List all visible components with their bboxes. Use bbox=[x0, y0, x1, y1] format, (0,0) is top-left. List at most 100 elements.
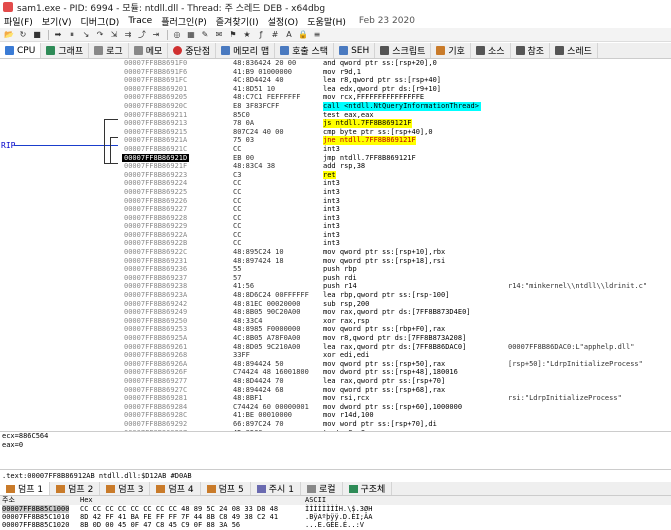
tab-threads[interactable]: 스레드 bbox=[550, 43, 598, 58]
instruction-row[interactable]: 00007FF8B86921A 75 03 jne ntdll.7FF8B86912… bbox=[118, 136, 671, 145]
instruction-row[interactable]: 00007FF8B86927C 48:894424 68 mov qword ptr… bbox=[118, 386, 671, 395]
font-icon[interactable]: A bbox=[283, 29, 295, 40]
memory-icon[interactable]: ▦ bbox=[185, 29, 197, 40]
run-to-user-code-icon[interactable]: ⇥ bbox=[150, 29, 162, 40]
disassembly-view[interactable]: RIP 00007FF8B8691F0 48:836424 20 00 and qw… bbox=[0, 59, 671, 431]
instruction-row[interactable]: 00007FF8B86926F C74424 48 16001800 mov dwo… bbox=[118, 368, 671, 377]
instruction-row[interactable]: 00007FF8B869228 CC int3 bbox=[118, 214, 671, 223]
pause-icon[interactable]: ⏸ bbox=[66, 29, 78, 40]
instruction-row[interactable]: 00007FF8B8691FC 4C:8D4424 40 lea r8,qword … bbox=[118, 76, 671, 85]
step-into-icon[interactable]: ↘ bbox=[80, 29, 92, 40]
menu-help[interactable]: 도움말(H) bbox=[307, 15, 346, 28]
instruction-row[interactable]: 00007FF8B86921C CC int3 bbox=[118, 145, 671, 154]
execute-till-return-icon[interactable]: ⤴ bbox=[136, 29, 148, 40]
instruction-row[interactable]: 00007FF8B869213 78 0A js ntdll.7FF8B869121… bbox=[118, 119, 671, 128]
instruction-row[interactable]: 00007FF8B86922C 48:895C24 10 mov qword ptr… bbox=[118, 248, 671, 257]
instruction-row[interactable]: 00007FF8B869292 66:897C24 70 mov word ptr … bbox=[118, 420, 671, 429]
instruction-row[interactable]: 00007FF8B869236 55 push rbp bbox=[118, 265, 671, 274]
tab-source[interactable]: 소스 bbox=[471, 43, 511, 58]
instruction-row[interactable]: 00007FF8B869225 CC int3 bbox=[118, 188, 671, 197]
instruction-row[interactable]: 00007FF8B869229 CC int3 bbox=[118, 222, 671, 231]
tab-breakpoints[interactable]: 중단점 bbox=[168, 43, 217, 58]
instruction-row[interactable]: 00007FF8B869268 33FF xor edi,edi bbox=[118, 351, 671, 360]
tab-seh[interactable]: SEH bbox=[334, 43, 376, 58]
tab-label: 스크립트 bbox=[392, 47, 426, 57]
tab-notes[interactable]: 메모 bbox=[129, 43, 169, 58]
instruction-row[interactable]: 00007FF8B869277 48:8D4424 70 lea rax,qword… bbox=[118, 377, 671, 386]
tab-call-stack[interactable]: 호출 스택 bbox=[275, 43, 335, 58]
restart-icon[interactable]: ↻ bbox=[17, 29, 29, 40]
instruction-row[interactable]: 00007FF8B869205 48:C7C1 FEFFFFFF mov rcx,F… bbox=[118, 93, 671, 102]
tab-locals[interactable]: 로컬 bbox=[301, 482, 343, 495]
menu-options[interactable]: 설정(O) bbox=[268, 15, 299, 28]
instruction-row[interactable]: 00007FF8B869226 CC int3 bbox=[118, 197, 671, 206]
menu-plugins[interactable]: 플러그인(P) bbox=[161, 15, 207, 28]
scylla-icon[interactable]: ◎ bbox=[171, 29, 183, 40]
instruction-row[interactable]: 00007FF8B869238 41:56 push r14 r14:"minkern… bbox=[118, 282, 671, 291]
instruction-row[interactable]: 00007FF8B869237 57 push rdi bbox=[118, 274, 671, 283]
instruction-row[interactable]: 00007FF8B869242 48:81EC 00020000 sub rsp,2… bbox=[118, 300, 671, 309]
trace-into-icon[interactable]: ⇲ bbox=[108, 29, 120, 40]
instruction-row[interactable]: 00007FF8B86922B CC int3 bbox=[118, 239, 671, 248]
tab-dump-4[interactable]: 덤프 4 bbox=[150, 482, 201, 495]
instruction-row[interactable]: 00007FF8B869284 C74424 60 00000001 mov dwo… bbox=[118, 403, 671, 412]
instruction-row[interactable]: 00007FF8B86923A 48:8D6C24 00FFFFFF lea rbp… bbox=[118, 291, 671, 300]
tab-memory-map[interactable]: 메모리 맵 bbox=[216, 43, 276, 58]
instruction-row[interactable]: 00007FF8B869249 48:8B05 90C20A00 mov rax,q… bbox=[118, 308, 671, 317]
tab-graph[interactable]: 그래프 bbox=[41, 43, 90, 58]
hash-icon[interactable]: # bbox=[269, 29, 281, 40]
menu-debug[interactable]: 디버그(D) bbox=[81, 15, 120, 28]
instruction-row[interactable]: 00007FF8B8691F6 41:B9 01000000 mov r9d,1 bbox=[118, 68, 671, 77]
instruction-row[interactable]: 00007FF8B869223 C3 ret bbox=[118, 170, 671, 180]
instruction-row[interactable]: 00007FF8B86921F 48:83C4 38 add rsp,38 bbox=[118, 162, 671, 171]
instruction-row[interactable]: 00007FF8B869281 48:8BF1 mov rsi,rcx rsi:"Ld… bbox=[118, 394, 671, 403]
menu-favourites[interactable]: 즐겨찾기(I) bbox=[216, 15, 259, 28]
instruction-row[interactable]: 00007FF8B8691F0 48:836424 20 00 and qword … bbox=[118, 59, 671, 68]
dump-row[interactable]: 00007FF8B85C1020 8B 0D 00 45 0F 47 C8 45 … bbox=[0, 521, 671, 529]
trace-over-icon[interactable]: ⇉ bbox=[122, 29, 134, 40]
function-icon[interactable]: ƒ bbox=[255, 29, 267, 40]
instruction-row[interactable]: 00007FF8B86920C E8 3F83FCFF call <ntdll.Nt… bbox=[118, 101, 671, 111]
instruction-row[interactable]: 00007FF8B86921D EB 00 jmp ntdll.7FF8B86912… bbox=[118, 153, 671, 163]
menu-trace[interactable]: Trace bbox=[128, 16, 152, 26]
hex-dump-view[interactable]: 주소 Hex ASCII 00007FF8B85C1000 CC CC CC CC… bbox=[0, 496, 671, 530]
bookmark-icon[interactable]: ★ bbox=[241, 29, 253, 40]
instruction-row[interactable]: 00007FF8B86925A 4C:8B05 A78F0A00 mov r8,qw… bbox=[118, 334, 671, 343]
calculator-icon[interactable]: ≡ bbox=[311, 29, 323, 40]
tab-dump-3[interactable]: 덤프 3 bbox=[100, 482, 151, 495]
tab-script[interactable]: 스크립트 bbox=[375, 43, 432, 58]
instruction-row[interactable]: 00007FF8B869261 48:8D05 9C210A00 lea rax,q… bbox=[118, 343, 671, 352]
menu-view[interactable]: 보기(V) bbox=[42, 15, 72, 28]
tab-log[interactable]: 로그 bbox=[89, 43, 129, 58]
patch-icon[interactable]: ✎ bbox=[199, 29, 211, 40]
instruction-row[interactable]: 00007FF8B869231 48:897424 18 mov qword ptr… bbox=[118, 257, 671, 266]
instruction-row[interactable]: 00007FF8B86928C 41:BE 00010000 mov r14d,10… bbox=[118, 411, 671, 420]
instruction-row[interactable]: 00007FF8B869253 48:8985 F0000000 mov qword… bbox=[118, 325, 671, 334]
instruction-row[interactable]: 00007FF8B869201 41:8D51 10 lea edx,qword p… bbox=[118, 85, 671, 94]
instruction-row[interactable]: 00007FF8B869215 807C24 40 00 cmp byte ptr … bbox=[118, 128, 671, 137]
step-over-icon[interactable]: ↷ bbox=[94, 29, 106, 40]
dump-row[interactable]: 00007FF8B85C1000 CC CC CC CC CC CC CC CC … bbox=[0, 505, 671, 513]
run-icon[interactable]: ➡ bbox=[52, 29, 64, 40]
instruction-row[interactable]: 00007FF8B86922A CC int3 bbox=[118, 231, 671, 240]
tab-cpu[interactable]: CPU bbox=[0, 43, 42, 58]
close-icon[interactable]: ■ bbox=[31, 29, 43, 40]
open-file-icon[interactable]: 📂 bbox=[3, 29, 15, 40]
instruction-row[interactable]: 00007FF8B869211 85C0 test eax,eax bbox=[118, 111, 671, 120]
tab-symbols[interactable]: 기호 bbox=[431, 43, 471, 58]
instruction-row[interactable]: 00007FF8B869250 48:33C4 xor rax,rsp bbox=[118, 317, 671, 326]
label-icon[interactable]: ⚑ bbox=[227, 29, 239, 40]
comment-icon[interactable]: ✉ bbox=[213, 29, 225, 40]
tab-struct[interactable]: 구조체 bbox=[343, 482, 393, 495]
instruction-row[interactable]: 00007FF8B86926A 48:894424 50 mov qword ptr… bbox=[118, 360, 671, 369]
tab-dump-2[interactable]: 덤프 2 bbox=[50, 482, 101, 495]
tab-watch-1[interactable]: 주시 1 bbox=[251, 482, 301, 495]
instruction-row[interactable]: 00007FF8B869224 CC int3 bbox=[118, 179, 671, 188]
lock-icon[interactable]: 🔒 bbox=[297, 29, 309, 40]
tab-dump-1[interactable]: 덤프 1 bbox=[0, 482, 51, 495]
dump-row[interactable]: 00007FF8B85C1010 8D 42 FF 41 BA FE FF FF … bbox=[0, 513, 671, 521]
menu-file[interactable]: 파일(F) bbox=[4, 15, 33, 28]
tab-dump-5[interactable]: 덤프 5 bbox=[201, 482, 251, 495]
tab-references[interactable]: 참조 bbox=[511, 43, 551, 58]
instruction-row[interactable]: 00007FF8B869227 CC int3 bbox=[118, 205, 671, 214]
